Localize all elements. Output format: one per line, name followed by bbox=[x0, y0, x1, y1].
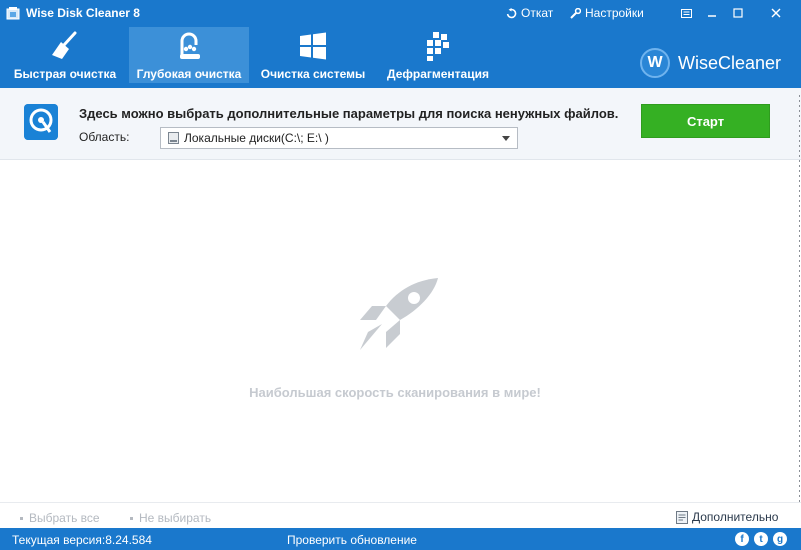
area-dropdown[interactable]: Локальные диски(C:\; E:\ ) bbox=[160, 127, 518, 149]
select-none-link[interactable]: Не выбирать bbox=[130, 511, 211, 525]
google-plus-icon[interactable]: g bbox=[773, 532, 787, 546]
vacuum-icon bbox=[180, 32, 200, 59]
minimize-icon bbox=[708, 15, 716, 17]
window-title: Wise Disk Cleaner 8 bbox=[26, 6, 140, 20]
disk-icon bbox=[24, 104, 58, 140]
app-logo-icon bbox=[6, 7, 20, 20]
defrag-icon bbox=[427, 32, 449, 61]
close-icon bbox=[771, 8, 781, 18]
broom-icon bbox=[52, 31, 77, 59]
close-button[interactable] bbox=[763, 4, 789, 22]
select-all-label: Выбрать все bbox=[29, 511, 100, 525]
slogan-text: Наибольшая скорость сканирования в мире! bbox=[249, 385, 541, 400]
facebook-icon[interactable]: f bbox=[735, 532, 749, 546]
check-update-link[interactable]: Проверить обновление bbox=[287, 533, 417, 547]
select-none-label: Не выбирать bbox=[139, 511, 212, 525]
bullet-icon bbox=[130, 517, 133, 521]
title-bar: Wise Disk Cleaner 8 Откат Настройки bbox=[0, 0, 801, 26]
settings-button[interactable]: Настройки bbox=[570, 6, 644, 20]
windows-icon bbox=[300, 32, 326, 60]
advanced-settings-icon bbox=[676, 510, 688, 524]
tab-system-clean-label: Очистка системы bbox=[260, 67, 366, 81]
brand: W WiseCleaner bbox=[640, 48, 781, 78]
header-band: Wise Disk Cleaner 8 Откат Настройки Быст… bbox=[0, 0, 801, 88]
menu-icon bbox=[680, 8, 692, 18]
tab-deep-clean-label: Глубокая очистка bbox=[136, 67, 242, 81]
twitter-icon[interactable]: t bbox=[754, 532, 768, 546]
undo-icon bbox=[506, 7, 517, 18]
chevron-down-icon bbox=[502, 136, 510, 141]
tab-quick-clean[interactable]: Быстрая очистка bbox=[6, 27, 124, 83]
advanced-label: Дополнительно bbox=[692, 510, 779, 524]
settings-label: Настройки bbox=[585, 6, 644, 20]
menu-button[interactable] bbox=[673, 4, 699, 22]
drive-icon bbox=[168, 132, 179, 144]
tab-defrag[interactable]: Дефрагментация bbox=[378, 27, 498, 83]
maximize-icon bbox=[733, 8, 743, 18]
version-text: Текущая версия:8.24.584 bbox=[12, 533, 152, 547]
brand-name: WiseCleaner bbox=[678, 52, 782, 73]
status-bar: Текущая версия:8.24.584 Проверить обновл… bbox=[0, 528, 801, 550]
selection-bar: Выбрать все Не выбирать Дополнительно bbox=[0, 502, 801, 528]
tab-system-clean[interactable]: Очистка системы bbox=[254, 27, 372, 83]
undo-label: Откат bbox=[521, 6, 554, 20]
advanced-button[interactable]: Дополнительно bbox=[676, 510, 778, 524]
bullet-icon bbox=[20, 517, 23, 521]
minimize-button[interactable] bbox=[699, 4, 725, 22]
area-label: Область: bbox=[79, 130, 130, 144]
app-window: Wise Disk Cleaner 8 Откат Настройки Быст… bbox=[0, 0, 801, 550]
area-dropdown-value: Локальные диски(C:\; E:\ ) bbox=[184, 131, 329, 145]
select-all-link[interactable]: Выбрать все bbox=[20, 511, 100, 525]
tab-quick-clean-label: Быстрая очистка bbox=[13, 67, 117, 81]
maximize-button[interactable] bbox=[725, 4, 751, 22]
wisecleaner-logo: W bbox=[640, 48, 670, 78]
tab-defrag-label: Дефрагментация bbox=[387, 67, 489, 81]
tab-deep-clean[interactable]: Глубокая очистка bbox=[129, 27, 249, 83]
start-button[interactable]: Старт bbox=[641, 104, 770, 138]
rocket-icon bbox=[360, 278, 438, 350]
undo-button[interactable]: Откат bbox=[506, 6, 553, 20]
options-description: Здесь можно выбрать дополнительные парам… bbox=[79, 106, 619, 121]
wrench-icon bbox=[570, 7, 581, 19]
